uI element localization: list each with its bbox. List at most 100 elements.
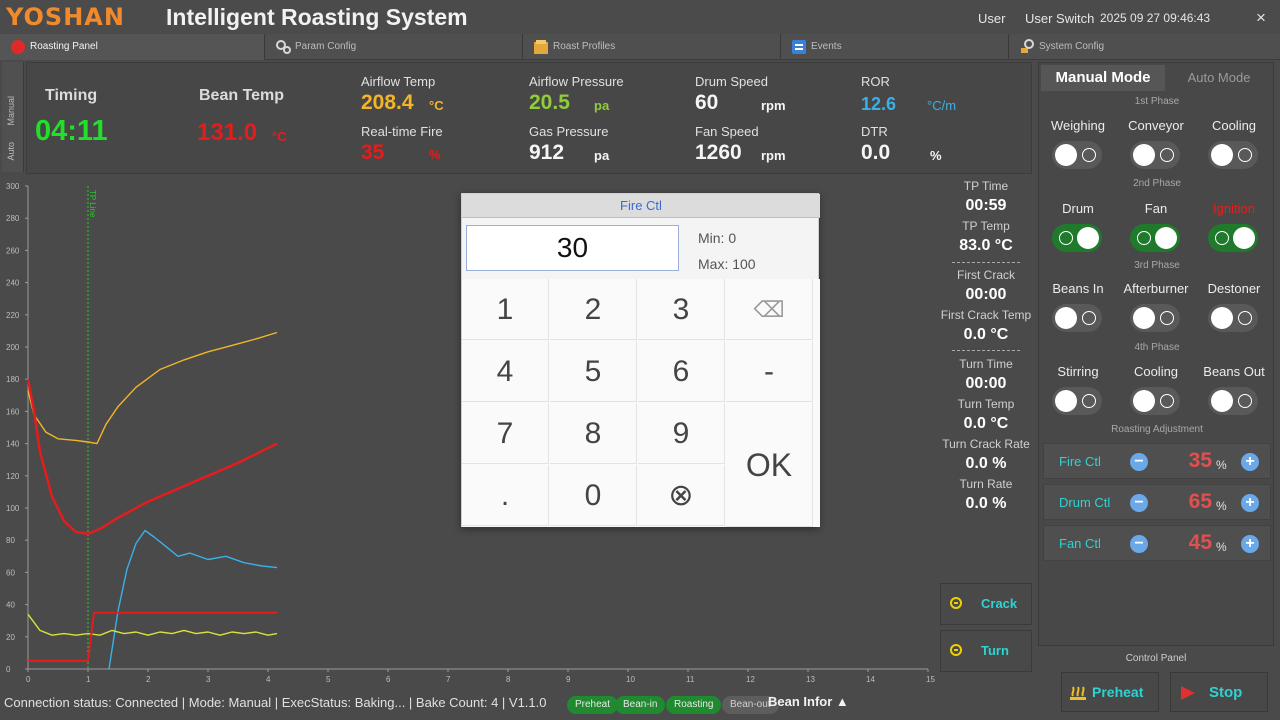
fire-ctl-keypad-dialog: Fire Ctl 30 Min: 0 Max: 100 1 2 3 ⌫ 4 5 … bbox=[461, 193, 820, 527]
key-1[interactable]: 1 bbox=[462, 279, 549, 340]
ok-button[interactable]: OK bbox=[726, 403, 813, 527]
key-6[interactable]: 6 bbox=[638, 341, 725, 402]
beans-in-toggle[interactable] bbox=[1052, 304, 1102, 332]
user-label[interactable]: User bbox=[978, 11, 1005, 26]
backspace-icon[interactable]: ⌫ bbox=[726, 279, 813, 340]
key-3[interactable]: 3 bbox=[638, 279, 725, 340]
keypad: 1 2 3 ⌫ 4 5 6 - 7 8 9 OK . 0 ⊗ bbox=[462, 279, 820, 527]
stirring-toggle[interactable] bbox=[1052, 387, 1102, 415]
conveyor-toggle[interactable] bbox=[1130, 141, 1180, 169]
ror-unit: °C/m bbox=[927, 98, 957, 113]
key-dot[interactable]: . bbox=[462, 465, 549, 526]
y-tick-label: 180 bbox=[6, 375, 20, 384]
bean-info-button[interactable]: Bean Infor ▲ bbox=[768, 694, 849, 709]
x-tick-label: 3 bbox=[206, 675, 211, 684]
drum-decrease-button[interactable]: − bbox=[1130, 494, 1148, 512]
switch-label: Ignition bbox=[1213, 201, 1255, 216]
key-2[interactable]: 2 bbox=[550, 279, 637, 340]
side-tab-auto[interactable]: Auto bbox=[6, 142, 16, 161]
keypad-value-input[interactable]: 30 bbox=[466, 225, 679, 271]
tab-roasting-panel[interactable]: Roasting Panel bbox=[0, 34, 265, 60]
phase-2-label: 2nd Phase bbox=[1133, 178, 1181, 189]
tab-system-config[interactable]: System Config bbox=[1009, 34, 1280, 60]
key-4[interactable]: 4 bbox=[462, 341, 549, 402]
max-label: Max: 100 bbox=[698, 256, 756, 272]
y-tick-label: 300 bbox=[6, 182, 20, 191]
fire-ctl-value[interactable]: 35 bbox=[1162, 449, 1212, 473]
ignition-toggle[interactable] bbox=[1208, 224, 1258, 252]
tp-temp-label: TP Temp bbox=[962, 219, 1010, 233]
adjust-label[interactable]: Fire Ctl bbox=[1059, 454, 1101, 469]
adjust-unit: % bbox=[1216, 499, 1227, 513]
y-tick-label: 260 bbox=[6, 246, 20, 255]
toggle-ring bbox=[1082, 311, 1096, 325]
fan-increase-button[interactable]: + bbox=[1241, 535, 1259, 553]
realtime-fire-value: 35 bbox=[361, 141, 385, 164]
series-line-4 bbox=[28, 611, 277, 662]
adjust-label[interactable]: Drum Ctl bbox=[1059, 495, 1110, 510]
gas-pressure-value: 912 bbox=[529, 141, 565, 164]
fan-ctl-value[interactable]: 45 bbox=[1162, 531, 1212, 555]
gas-pressure-unit: pa bbox=[594, 148, 610, 163]
drum-toggle[interactable] bbox=[1052, 224, 1102, 252]
side-tab-manual[interactable]: Manual bbox=[6, 96, 16, 126]
preheat-button[interactable]: Preheat bbox=[1061, 672, 1159, 712]
x-tick-label: 15 bbox=[926, 675, 935, 684]
x-tick-label: 1 bbox=[86, 675, 91, 684]
fire-increase-button[interactable]: + bbox=[1241, 453, 1259, 471]
key-7[interactable]: 7 bbox=[462, 403, 549, 464]
clear-icon[interactable]: ⊗ bbox=[638, 465, 725, 526]
turn-marker-icon bbox=[950, 644, 962, 656]
tab-roast-profiles[interactable]: Roast Profiles bbox=[523, 34, 781, 60]
drum-ctl-value[interactable]: 65 bbox=[1162, 490, 1212, 514]
cooling-toggle[interactable] bbox=[1208, 141, 1258, 169]
adjust-label[interactable]: Fan Ctl bbox=[1059, 536, 1101, 551]
control-panel-title: Control Panel bbox=[1125, 653, 1187, 664]
key-8[interactable]: 8 bbox=[550, 403, 637, 464]
stop-button[interactable]: Stop bbox=[1170, 672, 1268, 712]
fan-toggle[interactable] bbox=[1130, 224, 1180, 252]
fire-decrease-button[interactable]: − bbox=[1130, 453, 1148, 471]
key-minus[interactable]: - bbox=[726, 341, 813, 402]
beans-out-toggle[interactable] bbox=[1208, 387, 1258, 415]
x-tick-label: 8 bbox=[506, 675, 511, 684]
close-icon[interactable]: × bbox=[1256, 8, 1266, 28]
drum-increase-button[interactable]: + bbox=[1241, 494, 1259, 512]
cooling-out-toggle[interactable] bbox=[1130, 387, 1180, 415]
y-tick-label: 120 bbox=[6, 472, 20, 481]
first-crack-value: 00:00 bbox=[965, 286, 1007, 303]
fan-decrease-button[interactable]: − bbox=[1130, 535, 1148, 553]
dtr-unit: % bbox=[930, 148, 942, 163]
key-5[interactable]: 5 bbox=[550, 341, 637, 402]
user-switch-button[interactable]: User Switch bbox=[1025, 11, 1094, 26]
dtr-label: DTR bbox=[861, 124, 888, 139]
switch-label: Fan bbox=[1144, 201, 1168, 216]
manual-mode-tab[interactable]: Manual Mode bbox=[1041, 65, 1165, 91]
turn-button-label: Turn bbox=[981, 643, 1009, 658]
switch-label: Destoner bbox=[1207, 281, 1261, 296]
x-tick-label: 2 bbox=[146, 675, 151, 684]
tab-events[interactable]: Events bbox=[781, 34, 1009, 60]
switch-label: Cooling bbox=[1133, 364, 1179, 379]
weighing-toggle[interactable] bbox=[1052, 141, 1102, 169]
auto-mode-tab[interactable]: Auto Mode bbox=[1169, 65, 1269, 91]
crack-button[interactable]: Crack bbox=[940, 583, 1032, 625]
phase-4-label: 4th Phase bbox=[1134, 342, 1180, 353]
status-bar: Connection status: Connected | Mode: Man… bbox=[0, 694, 1040, 720]
destoner-toggle[interactable] bbox=[1208, 304, 1258, 332]
turn-temp-value: 0.0 °C bbox=[963, 415, 1009, 432]
switch-label: Cooling bbox=[1211, 118, 1257, 133]
phase-1-label: 1st Phase bbox=[1134, 96, 1180, 107]
key-9[interactable]: 9 bbox=[638, 403, 725, 464]
fire-ctl-row: Fire Ctl − 35 % + bbox=[1043, 443, 1271, 479]
toggle-ring bbox=[1238, 311, 1252, 325]
tab-param-config[interactable]: Param Config bbox=[265, 34, 523, 60]
turn-button[interactable]: Turn bbox=[940, 630, 1032, 672]
bean-temp-label: Bean Temp bbox=[199, 87, 285, 104]
key-0[interactable]: 0 bbox=[550, 465, 637, 526]
afterburner-toggle[interactable] bbox=[1130, 304, 1180, 332]
tp-line-label: TP Line bbox=[88, 190, 97, 218]
switch-label: Weighing bbox=[1051, 118, 1105, 133]
airflow-temp-value: 208.4 bbox=[361, 91, 414, 114]
toggle-knob bbox=[1211, 390, 1233, 412]
